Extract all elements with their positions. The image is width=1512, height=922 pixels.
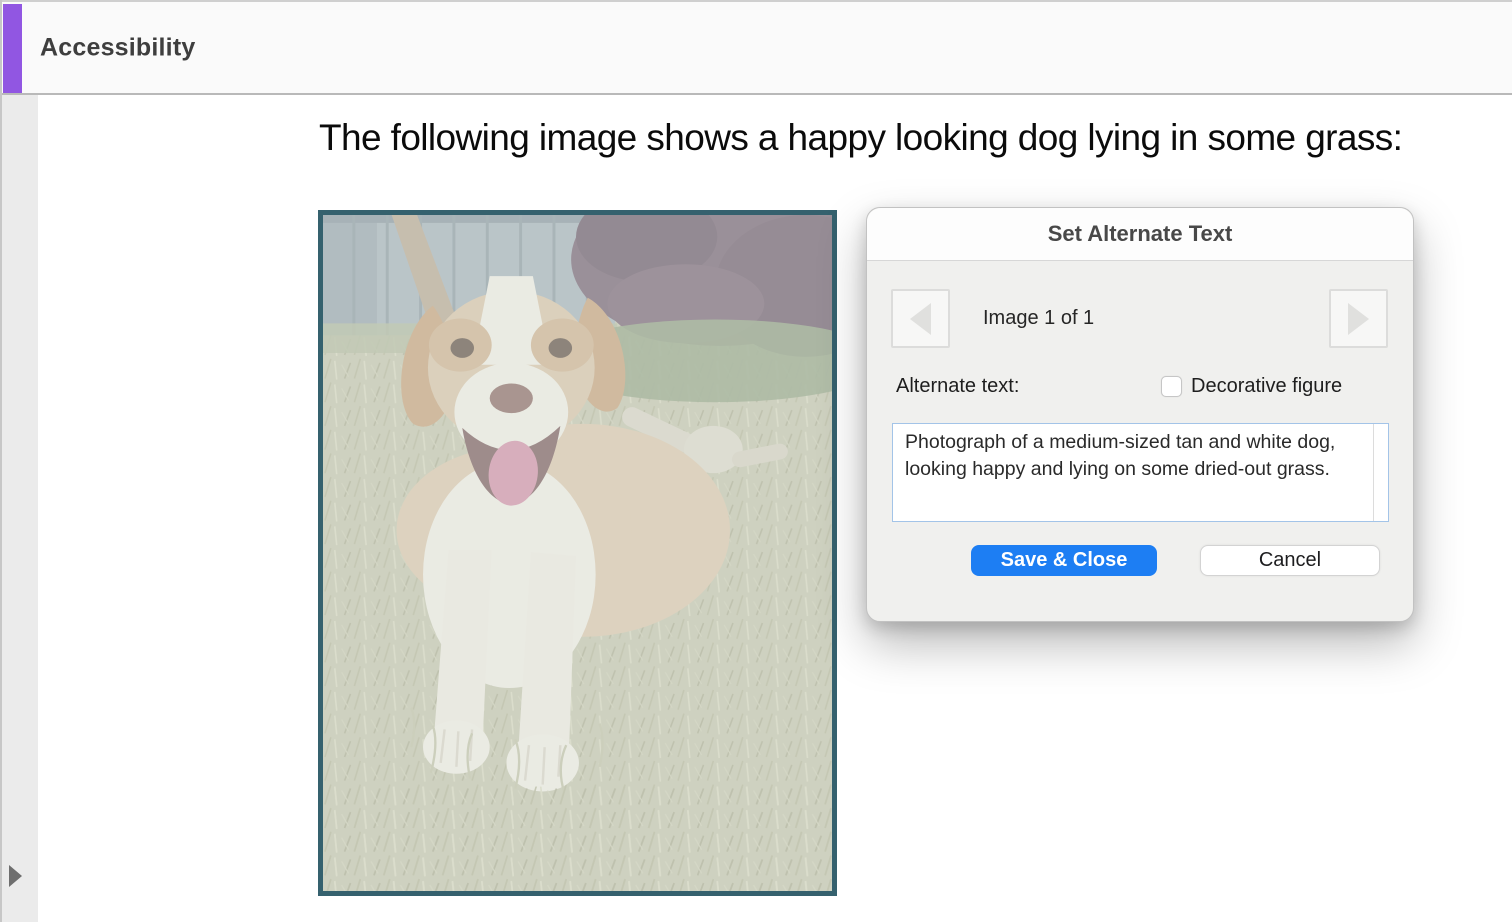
decorative-figure-checkbox[interactable] xyxy=(1161,376,1182,397)
app-window: Accessibility The following image shows … xyxy=(0,0,1512,922)
alternate-text-label: Alternate text: xyxy=(896,375,1019,398)
next-arrow-icon xyxy=(1348,303,1369,335)
next-image-button[interactable] xyxy=(1329,289,1388,348)
alt-text-input-wrap: Photograph of a medium-sized tan and whi… xyxy=(892,423,1389,522)
collapsed-sidebar xyxy=(2,95,38,922)
accessibility-panel-header: Accessibility xyxy=(2,0,1512,95)
cancel-button[interactable]: Cancel xyxy=(1200,545,1380,576)
page-title: Accessibility xyxy=(40,33,195,62)
purple-accent-bar xyxy=(3,4,22,93)
dialog-titlebar[interactable]: Set Alternate Text xyxy=(867,208,1413,261)
dialog-title: Set Alternate Text xyxy=(1048,221,1233,247)
alt-text-scrollbar[interactable] xyxy=(1373,424,1388,521)
previous-arrow-icon xyxy=(910,303,931,335)
expand-panel-icon xyxy=(9,865,22,887)
expand-panel-button[interactable] xyxy=(9,864,33,888)
alt-text-input[interactable]: Photograph of a medium-sized tan and whi… xyxy=(893,424,1374,520)
set-alternate-text-dialog: Set Alternate Text Image 1 of 1 Alternat… xyxy=(866,207,1414,622)
dog-photo-illustration xyxy=(323,215,832,891)
document-image[interactable] xyxy=(318,210,837,896)
save-and-close-button[interactable]: Save & Close xyxy=(971,545,1157,576)
image-counter: Image 1 of 1 xyxy=(983,289,1094,348)
decorative-figure-label: Decorative figure xyxy=(1191,375,1342,398)
previous-image-button[interactable] xyxy=(891,289,950,348)
document-heading: The following image shows a happy lookin… xyxy=(319,117,1402,159)
